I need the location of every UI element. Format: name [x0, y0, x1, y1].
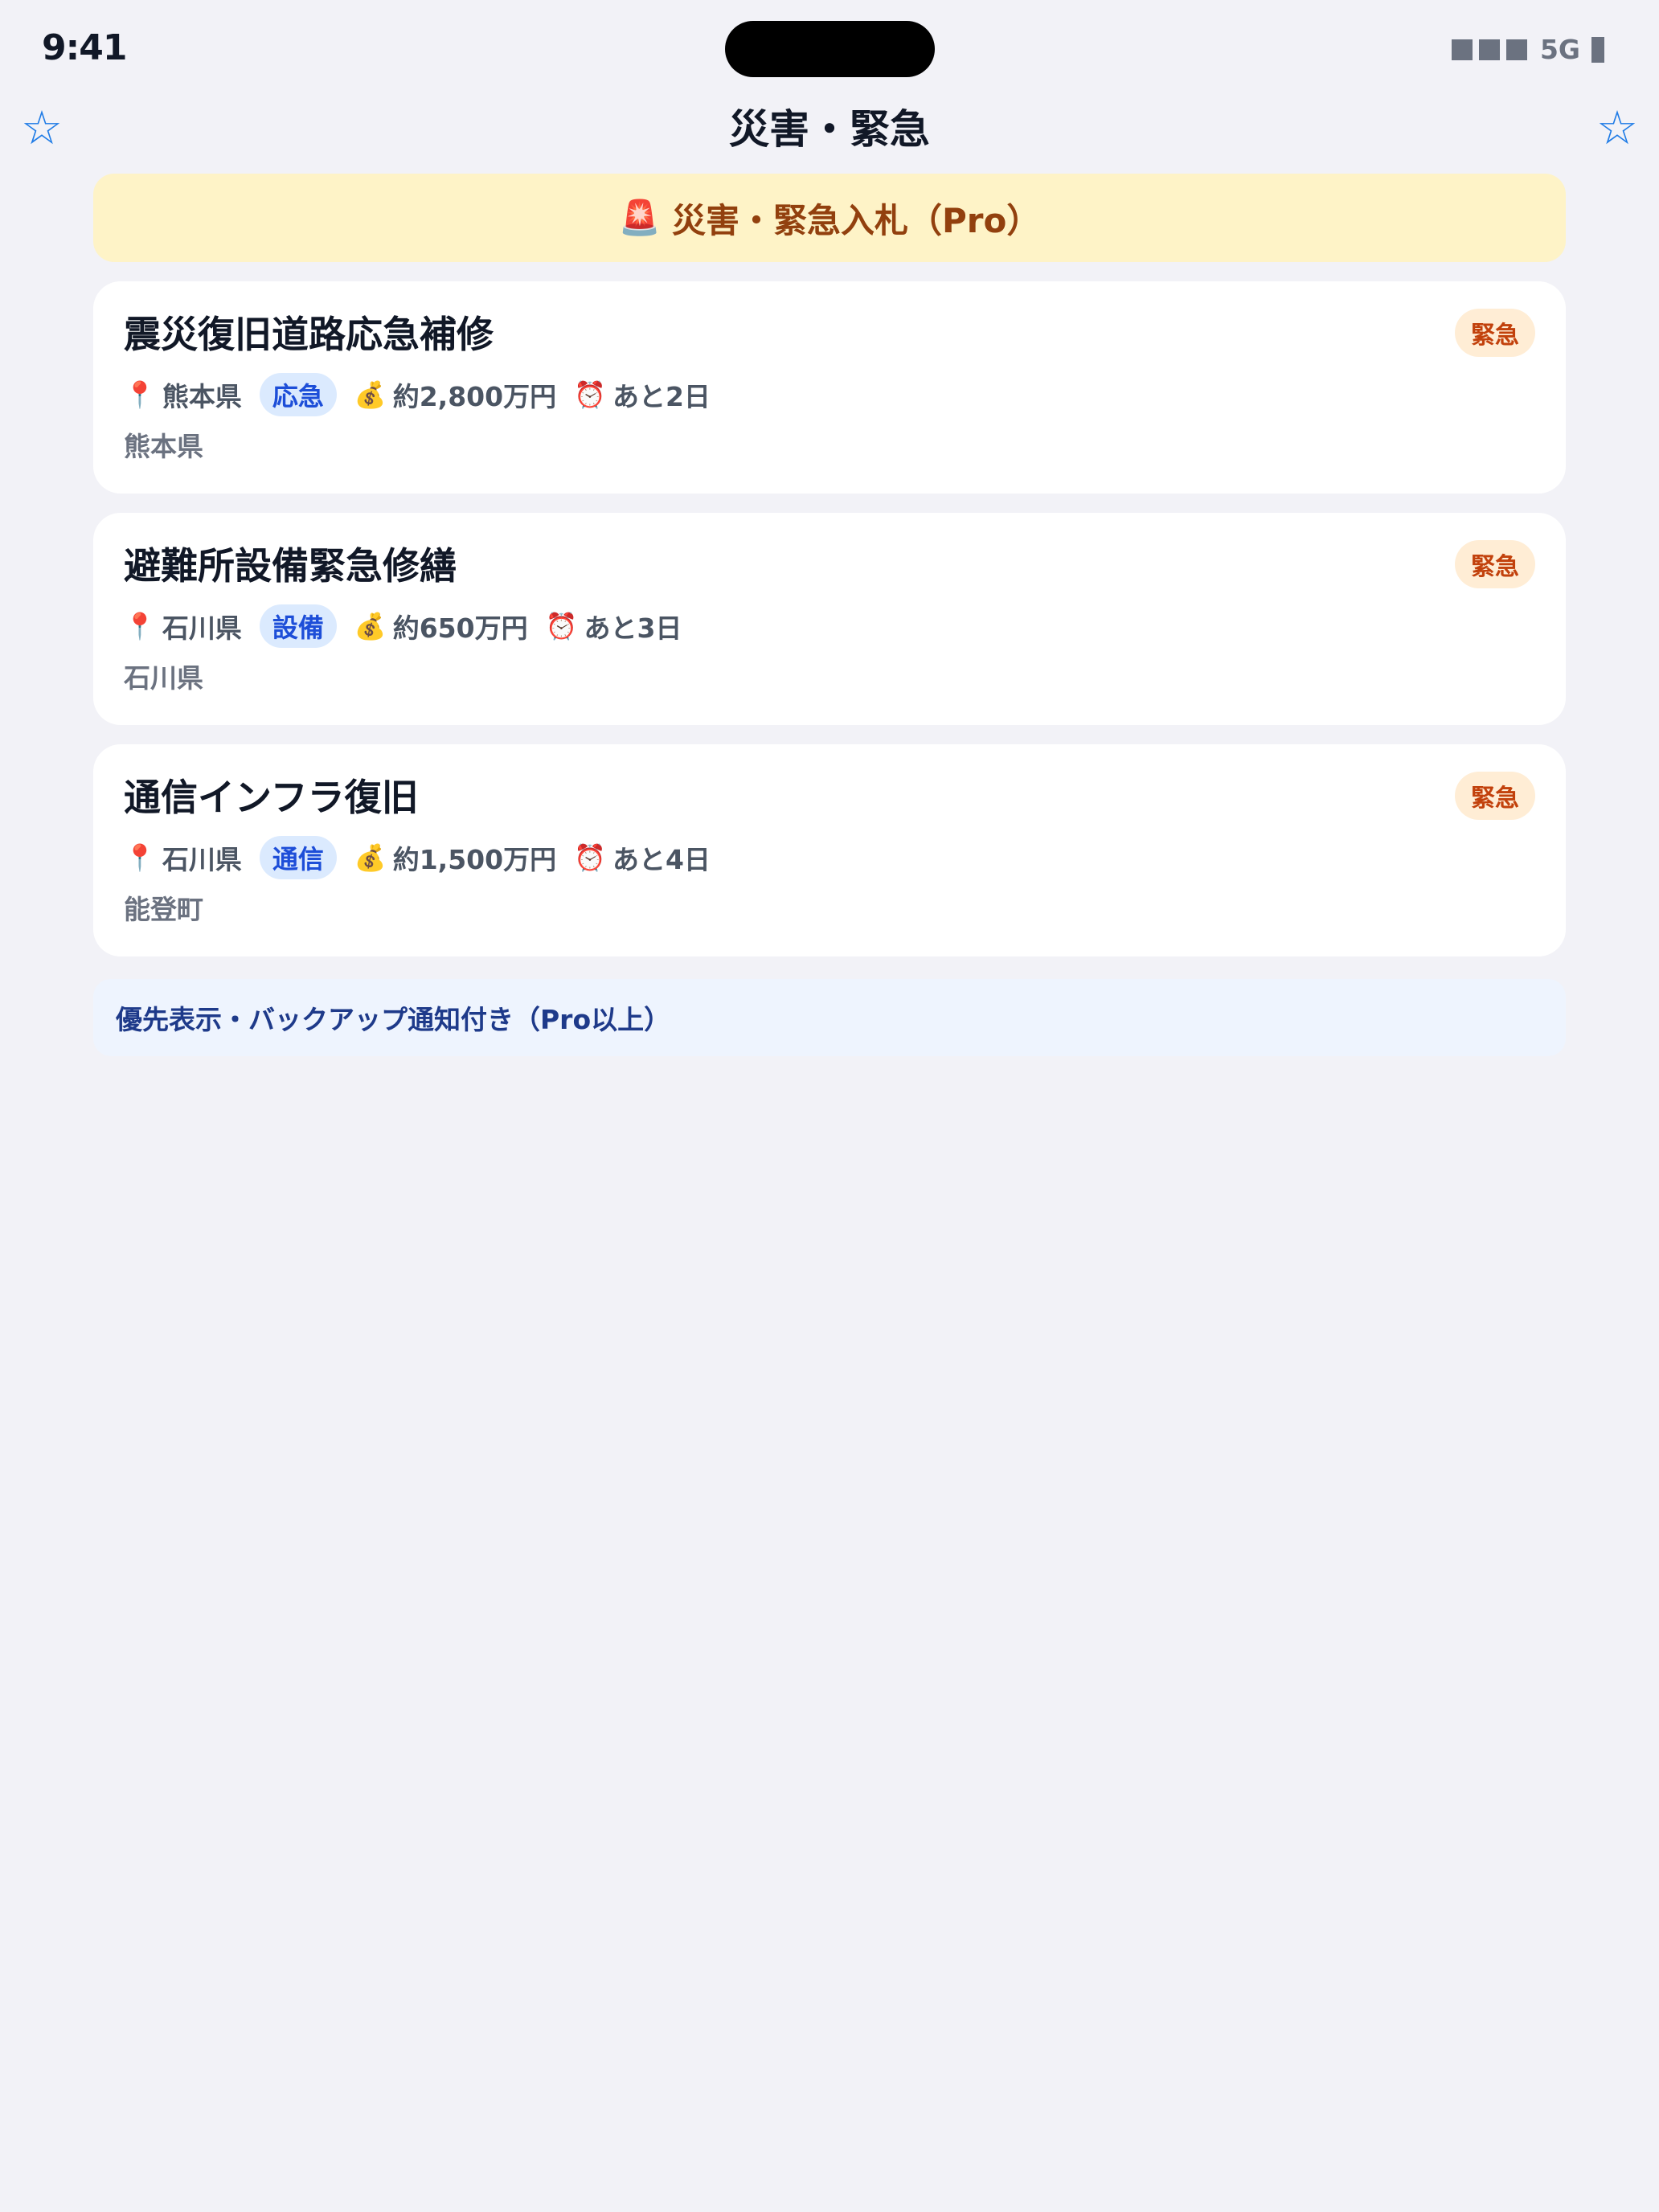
- prefecture-label: 熊本県: [162, 381, 242, 412]
- amount-meta: 💰 約2,800万円: [354, 375, 556, 414]
- money-bag-icon: 💰: [354, 611, 387, 641]
- navigation-bar: ☆ 災害・緊急 ☆: [0, 100, 1659, 158]
- bid-title: 避難所設備緊急修繕: [124, 544, 457, 588]
- prefecture-label: 石川県: [162, 612, 242, 644]
- deadline-meta: ⏰ あと2日: [574, 375, 711, 414]
- location-pin-icon: 📍: [124, 842, 156, 873]
- location-pin-icon: 📍: [124, 379, 156, 410]
- signal-bar-icon: [1451, 39, 1473, 60]
- bid-location: 石川県: [124, 662, 203, 694]
- location-pin-icon: 📍: [124, 611, 156, 641]
- network-type: 5G: [1539, 34, 1580, 65]
- prefecture-meta: 📍 石川県: [124, 838, 242, 877]
- battery-icon: [1591, 36, 1604, 63]
- bid-title: 通信インフラ復旧: [124, 776, 419, 819]
- alarm-clock-icon: ⏰: [574, 842, 606, 873]
- alarm-clock-icon: ⏰: [545, 611, 578, 641]
- footnote-text: 優先表示・バックアップ通知付き（Pro以上）: [116, 1004, 671, 1035]
- bid-list: 震災復旧道路応急補修 緊急 📍 熊本県 応急 💰 約2,800万円 ⏰ あと2日…: [93, 281, 1566, 956]
- siren-icon: 🚨: [618, 198, 661, 237]
- bid-meta-row: 📍 石川県 設備 💰 約650万円 ⏰ あと3日: [124, 604, 1535, 648]
- deadline-label: あと2日: [612, 381, 711, 412]
- main-content: 🚨 災害・緊急入札（Pro） 震災復旧道路応急補修 緊急 📍 熊本県 応急 💰 …: [93, 174, 1566, 1056]
- prefecture-meta: 📍 石川県: [124, 607, 242, 645]
- amount-meta: 💰 約1,500万円: [354, 838, 556, 877]
- bid-card[interactable]: 避難所設備緊急修繕 緊急 📍 石川県 設備 💰 約650万円 ⏰ あと3日 石川…: [93, 513, 1566, 725]
- amount-label: 約650万円: [392, 612, 528, 644]
- bid-title: 震災復旧道路応急補修: [124, 313, 494, 356]
- money-bag-icon: 💰: [354, 842, 387, 873]
- pro-footnote: 優先表示・バックアップ通知付き（Pro以上）: [93, 979, 1566, 1056]
- status-bar: 9:41 5G: [0, 0, 1659, 101]
- bid-meta-row: 📍 石川県 通信 💰 約1,500万円 ⏰ あと4日: [124, 836, 1535, 879]
- banner-text: 災害・緊急入札（Pro）: [671, 200, 1041, 240]
- status-indicators: 5G: [1451, 34, 1604, 65]
- emergency-banner: 🚨 災害・緊急入札（Pro）: [93, 174, 1566, 262]
- category-chip: 設備: [259, 604, 337, 648]
- prefecture-label: 石川県: [162, 844, 242, 875]
- bid-card[interactable]: 震災復旧道路応急補修 緊急 📍 熊本県 応急 💰 約2,800万円 ⏰ あと2日…: [93, 281, 1566, 494]
- money-bag-icon: 💰: [354, 379, 387, 410]
- prefecture-meta: 📍 熊本県: [124, 375, 242, 414]
- amount-label: 約2,800万円: [392, 381, 557, 412]
- category-chip: 通信: [259, 836, 337, 879]
- deadline-label: あと3日: [584, 612, 682, 644]
- deadline-meta: ⏰ あと4日: [574, 838, 711, 877]
- urgent-badge: 緊急: [1455, 309, 1535, 357]
- signal-bar-icon: [1478, 39, 1500, 60]
- amount-label: 約1,500万円: [392, 844, 557, 875]
- deadline-label: あと4日: [612, 844, 711, 875]
- deadline-meta: ⏰ あと3日: [546, 607, 682, 645]
- urgent-badge: 緊急: [1455, 540, 1535, 588]
- dynamic-island: [725, 21, 935, 77]
- bid-card[interactable]: 通信インフラ復旧 緊急 📍 石川県 通信 💰 約1,500万円 ⏰ あと4日 能…: [93, 744, 1566, 956]
- favorite-right-star-icon[interactable]: ☆: [1596, 100, 1638, 156]
- bid-location: 能登町: [124, 894, 203, 925]
- bid-location: 熊本県: [124, 431, 203, 462]
- page-title: 災害・緊急: [729, 106, 930, 153]
- bid-meta-row: 📍 熊本県 応急 💰 約2,800万円 ⏰ あと2日: [124, 373, 1535, 416]
- category-chip: 応急: [259, 373, 337, 416]
- status-time: 9:41: [42, 27, 127, 68]
- urgent-badge: 緊急: [1455, 772, 1535, 820]
- amount-meta: 💰 約650万円: [354, 607, 528, 645]
- alarm-clock-icon: ⏰: [574, 379, 606, 410]
- signal-bar-icon: [1505, 39, 1527, 60]
